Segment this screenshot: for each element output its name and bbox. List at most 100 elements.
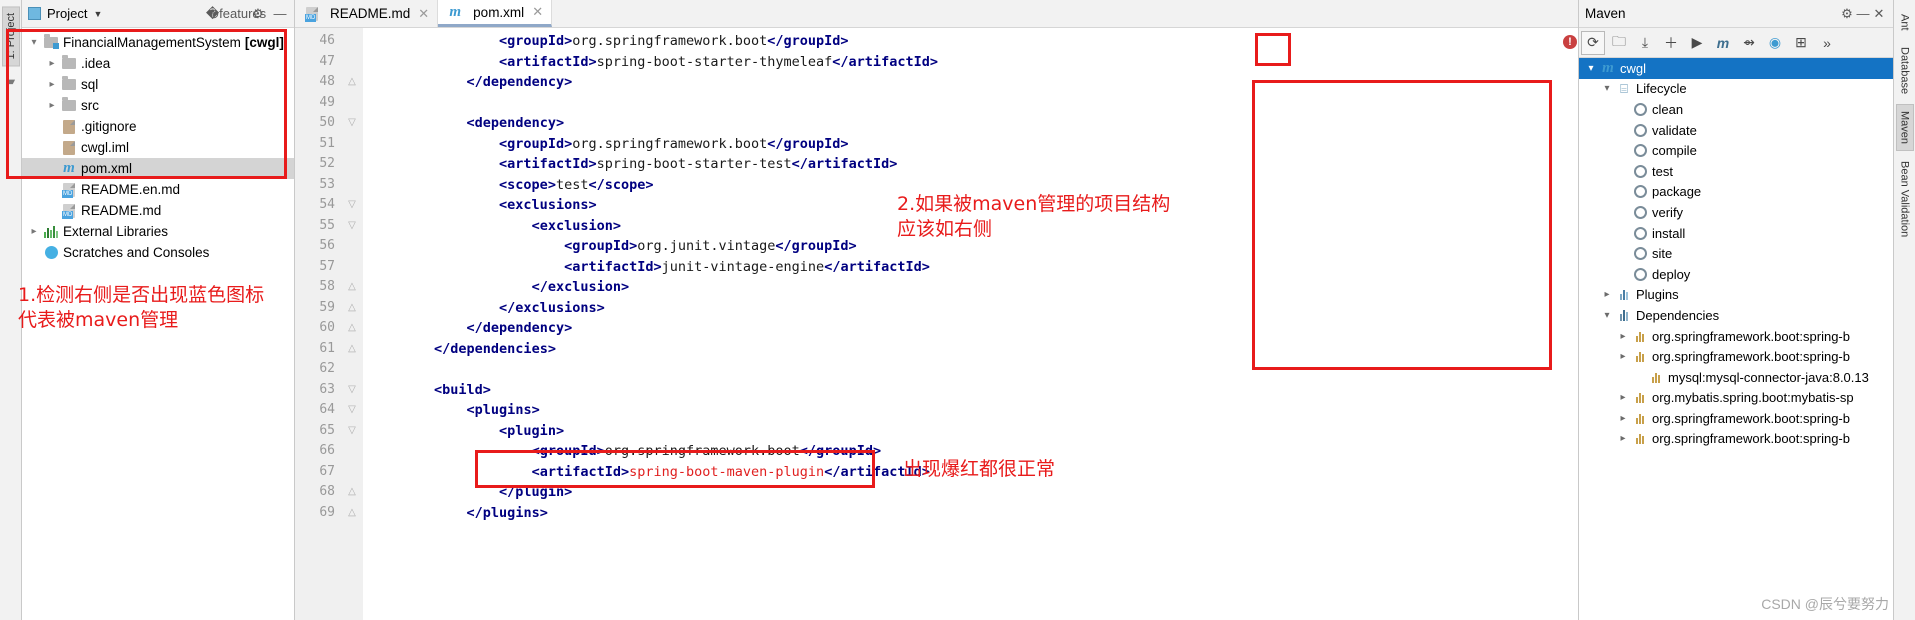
project-file-tree[interactable]: FinancialManagementSystem [cwgl] .idea sql… [22, 28, 294, 263]
project-tree-item[interactable]: FinancialManagementSystem [cwgl] [22, 32, 294, 53]
code-line[interactable]: </plugins> [369, 503, 1578, 524]
code-line[interactable]: <artifactId>spring-boot-starter-thymelea… [369, 52, 1578, 73]
maven-tree-item[interactable]: Plugins [1579, 285, 1893, 306]
chevron-right-icon[interactable] [44, 100, 60, 111]
code-line[interactable] [369, 359, 1578, 380]
chevron-right-icon[interactable] [1615, 413, 1631, 424]
project-tree-item[interactable]: .idea [22, 53, 294, 74]
hide-panel-icon[interactable]: — [1855, 6, 1871, 22]
chevron-down-icon[interactable] [26, 37, 42, 48]
editor-tab[interactable]: m pom.xml ✕ [438, 0, 553, 27]
maven-tree-item[interactable]: install [1579, 223, 1893, 244]
maven-tree-item[interactable]: verify [1579, 202, 1893, 223]
maven-tree-item[interactable]: org.springframework.boot:spring-b [1579, 429, 1893, 450]
chevron-down-icon[interactable] [1599, 310, 1615, 321]
code-line[interactable]: <plugins> [369, 400, 1578, 421]
fold-marker[interactable]: △ [341, 503, 363, 524]
add-maven-project-icon[interactable]: 🗀 [1607, 31, 1631, 55]
code-editor[interactable]: 46 47 48 49 50o51 52 53 54 55 56 57 58 59 60 61 62 63 64 6… [295, 28, 1578, 620]
project-tree-item[interactable]: sql [22, 74, 294, 95]
maven-toolbar[interactable]: ! ⟳ 🗀 ⤓ ＋ ▶ m ⇴ ◉ ⊞ » [1563, 28, 1893, 58]
project-tree-item[interactable]: MD README.md [22, 200, 294, 221]
chevron-right-icon[interactable] [1599, 289, 1615, 300]
fold-marker[interactable]: ▽ [341, 421, 363, 442]
code-line[interactable]: </dependencies> [369, 339, 1578, 360]
maven-tree-item[interactable]: site [1579, 243, 1893, 264]
maven-project-tree[interactable]: mcwgl⌸Lifecyclecleanvalidatecompiletestp… [1579, 58, 1893, 449]
code-line[interactable] [369, 93, 1578, 114]
code-line[interactable]: <dependency> [369, 113, 1578, 134]
reload-icon[interactable]: ⟳ [1581, 30, 1605, 55]
fold-marker[interactable]: ▽ [341, 400, 363, 421]
maven-tree-item[interactable]: mcwgl [1579, 58, 1893, 79]
toggle-skip-tests-icon[interactable]: ⇴ [1737, 31, 1761, 55]
maven-tree-item[interactable]: org.springframework.boot:spring-b [1579, 346, 1893, 367]
chevron-down-icon[interactable]: ▼ [93, 9, 102, 19]
chevron-right-icon[interactable] [1615, 433, 1631, 444]
execute-maven-goal-icon[interactable]: m [1711, 31, 1735, 55]
code-line[interactable]: </plugin> [369, 482, 1578, 503]
code-line[interactable]: <artifactId>junit-vintage-engine</artifa… [369, 257, 1578, 278]
project-tree-item[interactable]: .gitignore [22, 116, 294, 137]
maven-tree-item[interactable]: org.mybatis.spring.boot:mybatis-sp [1579, 388, 1893, 409]
fold-marker[interactable]: △ [341, 318, 363, 339]
close-tab-icon[interactable]: ✕ [418, 6, 429, 22]
editor-tab-bar[interactable]: MD README.md ✕ m pom.xml ✕ [295, 0, 1578, 28]
maven-tree-item[interactable]: test [1579, 161, 1893, 182]
settings-gear-icon[interactable]: ⚙ [1839, 6, 1855, 22]
maven-tree-item[interactable]: deploy [1579, 264, 1893, 285]
code-line[interactable]: <plugin> [369, 421, 1578, 442]
code-line[interactable]: <groupId>org.springframework.boot</group… [369, 134, 1578, 155]
code-line[interactable]: </exclusion> [369, 277, 1578, 298]
chevron-right-icon[interactable] [1615, 331, 1631, 342]
download-sources-icon[interactable]: ⤓ [1633, 31, 1657, 55]
maven-tree-item[interactable]: validate [1579, 120, 1893, 141]
right-tab-maven[interactable]: Maven [1895, 103, 1914, 151]
maven-tree-item[interactable]: package [1579, 182, 1893, 203]
fold-marker[interactable]: △ [341, 72, 363, 93]
code-line[interactable]: </dependency> [369, 72, 1578, 93]
chevron-right-icon[interactable] [44, 79, 60, 90]
chevron-right-icon[interactable] [26, 226, 42, 237]
add-icon[interactable]: ＋ [1659, 31, 1683, 55]
fold-marker[interactable]: ▽ [341, 216, 363, 237]
code-line[interactable]: <groupId>org.springframework.boot</group… [369, 31, 1578, 52]
fold-marker[interactable]: △ [341, 482, 363, 503]
code-line[interactable]: <build> [369, 380, 1578, 401]
fold-marker[interactable]: △ [341, 298, 363, 319]
fold-marker[interactable]: △ [341, 339, 363, 360]
code-line[interactable]: </dependency> [369, 318, 1578, 339]
right-tab-bean-validation[interactable]: Bean Validation [1897, 155, 1913, 243]
fold-marker[interactable]: ▽ [341, 380, 363, 401]
maven-tree-item[interactable]: clean [1579, 99, 1893, 120]
chevron-right-icon[interactable] [44, 58, 60, 69]
maven-tree-item[interactable]: Dependencies [1579, 305, 1893, 326]
editor-tab[interactable]: MD README.md ✕ [295, 0, 439, 27]
code-folding-gutter[interactable]: △ ▽ ▽ ▽ △ △ △ △ ▽ ▽ ▽ △ △ [341, 28, 363, 620]
maven-tree-item[interactable]: org.springframework.boot:spring-b [1579, 408, 1893, 429]
code-line[interactable]: <artifactId>spring-boot-starter-test</ar… [369, 154, 1578, 175]
project-tree-item[interactable]: m pom.xml [22, 158, 294, 179]
chevron-right-icon[interactable] [1615, 351, 1631, 362]
hide-panel-icon[interactable]: — [272, 6, 288, 22]
fold-marker[interactable]: ▽ [341, 195, 363, 216]
project-tree-item[interactable]: MD README.en.md [22, 179, 294, 200]
run-icon[interactable]: ▶ [1685, 31, 1709, 55]
profiles-icon[interactable]: ◉ [1763, 31, 1787, 55]
project-tree-item[interactable]: src [22, 95, 294, 116]
right-tab-database[interactable]: Database [1897, 41, 1913, 100]
code-content[interactable]: <groupId>org.springframework.boot</group… [363, 28, 1578, 620]
expand-collapse-icon[interactable]: ⊞ [1789, 31, 1813, 55]
more-icon[interactable]: » [1815, 31, 1839, 55]
project-tree-item[interactable]: External Libraries [22, 221, 294, 242]
maven-tree-item[interactable]: compile [1579, 140, 1893, 161]
project-tree-item[interactable]: Scratches and Consoles [22, 242, 294, 263]
maven-tree-item[interactable]: org.springframework.boot:spring-b [1579, 326, 1893, 347]
chevron-down-icon[interactable] [1599, 83, 1615, 94]
fold-marker[interactable]: △ [341, 277, 363, 298]
maven-tree-item[interactable]: ⌸ Lifecycle [1579, 79, 1893, 100]
chevron-right-icon[interactable] [1615, 392, 1631, 403]
fold-marker[interactable]: ▽ [341, 113, 363, 134]
chevron-down-icon[interactable] [1583, 63, 1599, 74]
right-tab-ant[interactable]: Ant [1897, 8, 1913, 37]
